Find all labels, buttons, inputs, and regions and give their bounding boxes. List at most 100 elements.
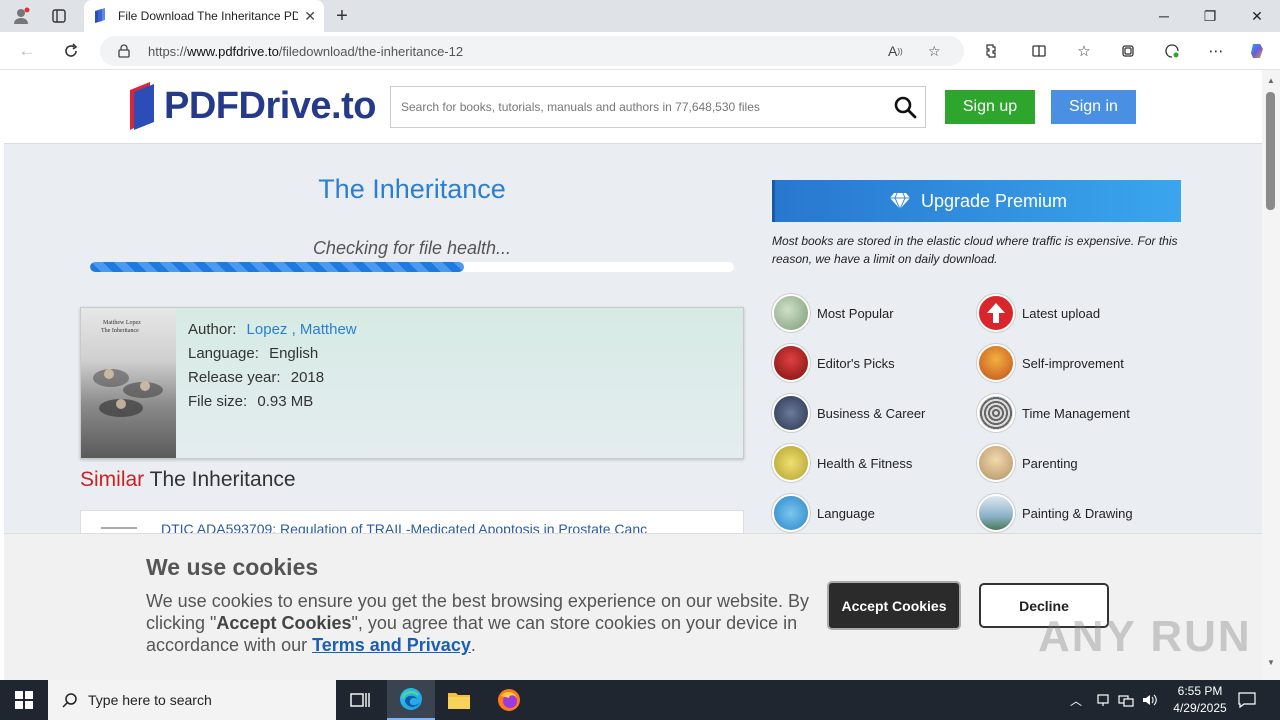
read-aloud-icon[interactable]: A))	[888, 36, 903, 66]
book-info-box: Matthew Lopez The Inheritance Author: Lo…	[80, 307, 744, 459]
cookie-title: We use cookies	[146, 554, 319, 580]
category-most-popular[interactable]: Most Popular	[772, 294, 894, 332]
address-bar[interactable]: https://www.pdfdrive.to/filedownload/the…	[100, 36, 964, 66]
accept-cookies-button[interactable]: Accept Cookies	[829, 583, 959, 628]
back-icon[interactable]: ←	[14, 39, 40, 63]
tray-network-icon[interactable]	[1118, 680, 1134, 720]
cookie-text: We use cookies to ensure you get the bes…	[146, 591, 810, 655]
tray-chevron-icon[interactable]: ︿	[1070, 680, 1082, 720]
upgrade-premium-button[interactable]: Upgrade Premium	[772, 180, 1181, 222]
book-title: The Inheritance	[318, 174, 506, 204]
language-label: Language:	[188, 345, 259, 362]
windows-taskbar: Type here to search ︿ 6:55 PM 4/29/2025	[0, 680, 1280, 720]
signup-button[interactable]: Sign up	[945, 90, 1035, 124]
year-value: 2018	[290, 369, 325, 386]
page-scrollbar[interactable]: ▲ ▼	[1262, 70, 1280, 680]
favorite-star-icon[interactable]: ☆	[928, 36, 941, 66]
browser-tab-bar: File Download The Inheritance PDF ✕ + ─ …	[0, 0, 1280, 32]
web-page: PDFDrive.to Sign up Sign in The Inherita…	[4, 70, 1262, 680]
maximize-icon[interactable]: ❐	[1187, 0, 1233, 32]
author-last-link[interactable]: Lopez	[247, 321, 288, 338]
copilot-icon[interactable]	[1245, 39, 1271, 63]
cookie-banner: We use cookies We use cookies to ensure …	[4, 533, 1262, 680]
extensions-icon[interactable]	[978, 39, 1004, 63]
split-screen-icon[interactable]	[1026, 39, 1052, 63]
health-fitness-icon	[772, 444, 810, 482]
signin-button[interactable]: Sign in	[1051, 90, 1136, 124]
time-management-icon	[977, 394, 1015, 432]
site-logo[interactable]: PDFDrive.to	[128, 80, 376, 132]
category-business-career[interactable]: Business & Career	[772, 394, 925, 432]
browser-essentials-icon[interactable]	[1159, 39, 1185, 63]
scroll-up-icon[interactable]: ▲	[1267, 76, 1275, 85]
language-value: English	[269, 345, 319, 362]
start-button[interactable]	[0, 680, 48, 720]
parenting-icon	[977, 444, 1015, 482]
scroll-down-icon[interactable]: ▼	[1267, 658, 1275, 667]
painting-drawing-icon	[977, 494, 1015, 532]
taskbar-search-placeholder: Type here to search	[88, 692, 212, 708]
anyrun-watermark: ANY RUN	[1038, 612, 1252, 661]
size-value: 0.93 MB	[257, 393, 314, 410]
progress-fill	[90, 262, 464, 272]
file-explorer-icon[interactable]	[435, 680, 483, 720]
logo-text: PDFDrive.to	[164, 84, 376, 127]
firefox-icon[interactable]	[485, 680, 533, 720]
size-row: File size: 0.93 MB	[188, 390, 357, 414]
category-parenting[interactable]: Parenting	[977, 444, 1078, 482]
new-tab-icon[interactable]: +	[330, 4, 354, 28]
category-painting-drawing[interactable]: Painting & Drawing	[977, 494, 1133, 532]
lock-icon[interactable]	[118, 44, 132, 58]
author-first-link[interactable]: , Matthew	[292, 321, 357, 338]
language-row: Language: English	[188, 342, 357, 366]
edge-taskbar-icon[interactable]	[387, 680, 435, 720]
author-label: Author:	[188, 321, 237, 338]
search-icon[interactable]	[893, 95, 917, 119]
refresh-icon[interactable]	[58, 39, 84, 63]
file-health-status: Checking for file health...	[312, 238, 512, 258]
profile-icon[interactable]	[8, 4, 34, 28]
tray-volume-icon[interactable]	[1142, 680, 1158, 720]
category-language[interactable]: Language	[772, 494, 875, 532]
category-self-improvement[interactable]: Self-improvement	[977, 344, 1124, 382]
category-editors-picks[interactable]: Editor's Picks	[772, 344, 895, 382]
taskbar-clock[interactable]: 6:55 PM 4/29/2025	[1160, 683, 1240, 717]
book-details: Author: Lopez , Matthew Language: Englis…	[188, 318, 357, 414]
category-health-fitness[interactable]: Health & Fitness	[772, 444, 912, 482]
year-label: Release year:	[188, 369, 281, 386]
search-input[interactable]	[401, 100, 881, 114]
premium-label: Upgrade Premium	[920, 190, 1068, 211]
taskbar-search-box[interactable]: Type here to search	[48, 680, 336, 720]
cover-author: Matthew Lopez	[103, 320, 141, 326]
business-career-icon	[772, 394, 810, 432]
diamond-icon	[889, 192, 910, 210]
similar-book-thumbnail	[101, 527, 137, 529]
notification-icon[interactable]	[1238, 680, 1256, 720]
author-row: Author: Lopez , Matthew	[188, 318, 357, 342]
terms-privacy-link[interactable]: Terms and Privacy	[312, 635, 471, 655]
site-header: PDFDrive.to Sign up Sign in	[4, 70, 1262, 144]
task-view-icon[interactable]	[336, 680, 384, 720]
year-row: Release year: 2018	[188, 366, 357, 390]
category-latest-upload[interactable]: Latest upload	[977, 294, 1100, 332]
minimize-icon[interactable]: ─	[1141, 0, 1187, 32]
browser-toolbar: ← https://www.pdfdrive.to/filedownload/t…	[0, 32, 1280, 70]
size-label: File size:	[188, 393, 248, 410]
favorites-icon[interactable]: ☆	[1071, 39, 1097, 63]
tab-title: File Download The Inheritance PDF	[118, 9, 298, 23]
category-time-management[interactable]: Time Management	[977, 394, 1130, 432]
windows-logo-icon	[15, 691, 33, 709]
collections-icon[interactable]	[1115, 39, 1141, 63]
active-tab[interactable]: File Download The Inheritance PDF ✕	[84, 0, 324, 32]
tray-network-adapter-icon[interactable]	[1096, 680, 1110, 720]
download-limit-note: Most books are stored in the elastic clo…	[772, 234, 1178, 266]
similar-heading: Similar The Inheritance	[80, 468, 296, 491]
self-improvement-icon	[977, 344, 1015, 382]
tab-actions-icon[interactable]	[46, 4, 72, 28]
settings-more-icon[interactable]: ⋯	[1203, 39, 1229, 63]
book-cover[interactable]: Matthew Lopez The Inheritance	[81, 308, 176, 458]
tab-close-icon[interactable]: ✕	[304, 8, 316, 25]
close-window-icon[interactable]: ✕	[1234, 0, 1280, 32]
scroll-thumb[interactable]	[1266, 92, 1275, 210]
most-popular-icon	[772, 294, 810, 332]
